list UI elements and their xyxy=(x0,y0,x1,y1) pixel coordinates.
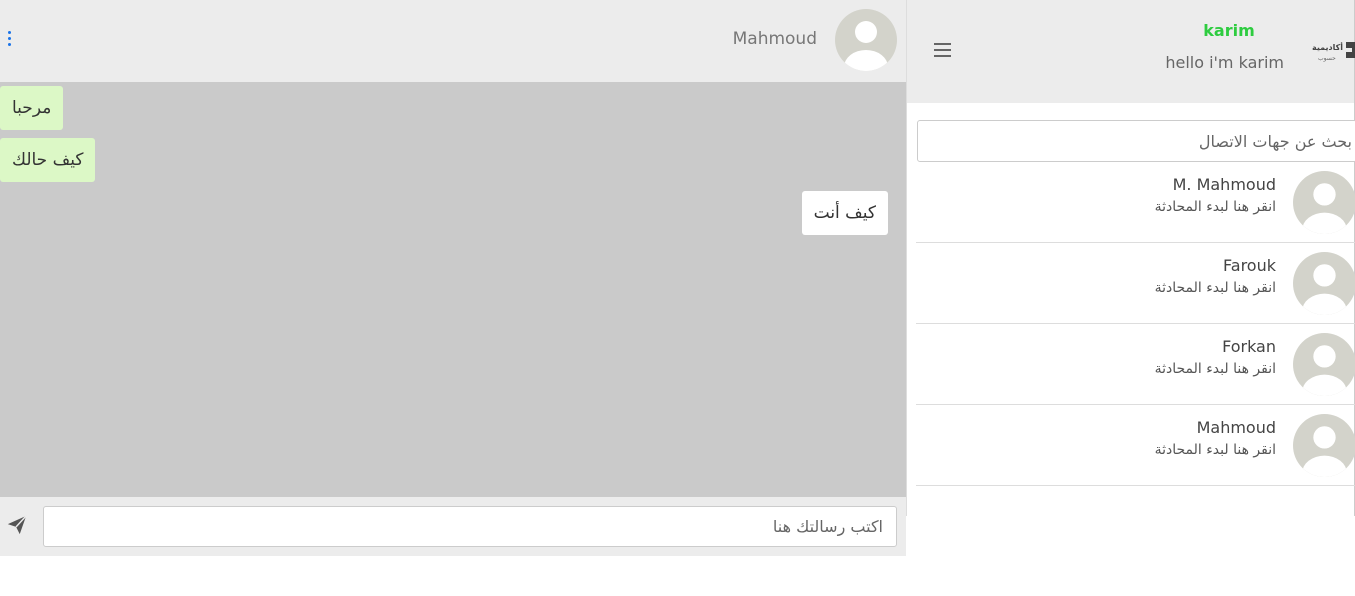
sidebar-header: karim hello i'm karim أكاديمية حسوب xyxy=(907,0,1355,103)
contact-avatar-icon xyxy=(835,9,897,71)
contact-hint: انقر هنا لبدء المحادثة xyxy=(1154,199,1276,215)
contact-avatar-icon xyxy=(1293,252,1355,315)
contact-item[interactable]: M. Mahmoud انقر هنا لبدء المحادثة xyxy=(916,162,1355,243)
contact-name: Farouk xyxy=(1223,256,1276,275)
contact-hint: انقر هنا لبدء المحادثة xyxy=(1154,442,1276,458)
brand-logo-subtext: حسوب xyxy=(1318,55,1336,62)
contact-item[interactable]: Mahmoud انقر هنا لبدء المحادثة xyxy=(916,405,1355,486)
contact-avatar-icon xyxy=(1293,333,1355,396)
contact-search-input[interactable] xyxy=(917,120,1355,162)
chat-header: Mahmoud xyxy=(0,0,906,82)
contacts-sidebar: karim hello i'm karim أكاديمية حسوب M. M… xyxy=(906,0,1355,516)
send-icon[interactable] xyxy=(6,514,28,536)
message-list: مرحبا كيف حالك كيف أنت xyxy=(0,82,906,497)
contact-item[interactable]: Forkan انقر هنا لبدء المحادثة xyxy=(916,324,1355,405)
contact-name: M. Mahmoud xyxy=(1172,175,1276,194)
current-user-name: karim xyxy=(1203,21,1255,40)
contact-name: Mahmoud xyxy=(1196,418,1276,437)
contact-avatar-icon xyxy=(1293,171,1355,234)
hamburger-menu-icon[interactable] xyxy=(934,43,951,57)
message-outgoing: كيف أنت xyxy=(801,191,888,235)
contact-list: M. Mahmoud انقر هنا لبدء المحادثة Farouk… xyxy=(916,162,1355,486)
brand-logo-text: أكاديمية xyxy=(1312,42,1343,52)
chat-panel: Mahmoud مرحبا كيف حالك كيف أنت xyxy=(0,0,906,556)
contact-hint: انقر هنا لبدء المحادثة xyxy=(1154,280,1276,296)
chat-contact-name: Mahmoud xyxy=(732,29,817,49)
contact-name: Forkan xyxy=(1222,337,1276,356)
contact-item[interactable]: Farouk انقر هنا لبدء المحادثة xyxy=(916,243,1355,324)
current-user-status: hello i'm karim xyxy=(1165,53,1284,72)
message-composer xyxy=(0,497,906,556)
message-input[interactable] xyxy=(43,506,897,547)
message-incoming: مرحبا xyxy=(0,86,64,130)
contact-avatar-icon xyxy=(1293,414,1355,477)
contact-hint: انقر هنا لبدء المحادثة xyxy=(1154,361,1276,377)
brand-logo: أكاديمية حسوب xyxy=(1312,42,1355,62)
message-incoming: كيف حالك xyxy=(0,138,96,182)
more-options-icon[interactable] xyxy=(4,30,16,48)
